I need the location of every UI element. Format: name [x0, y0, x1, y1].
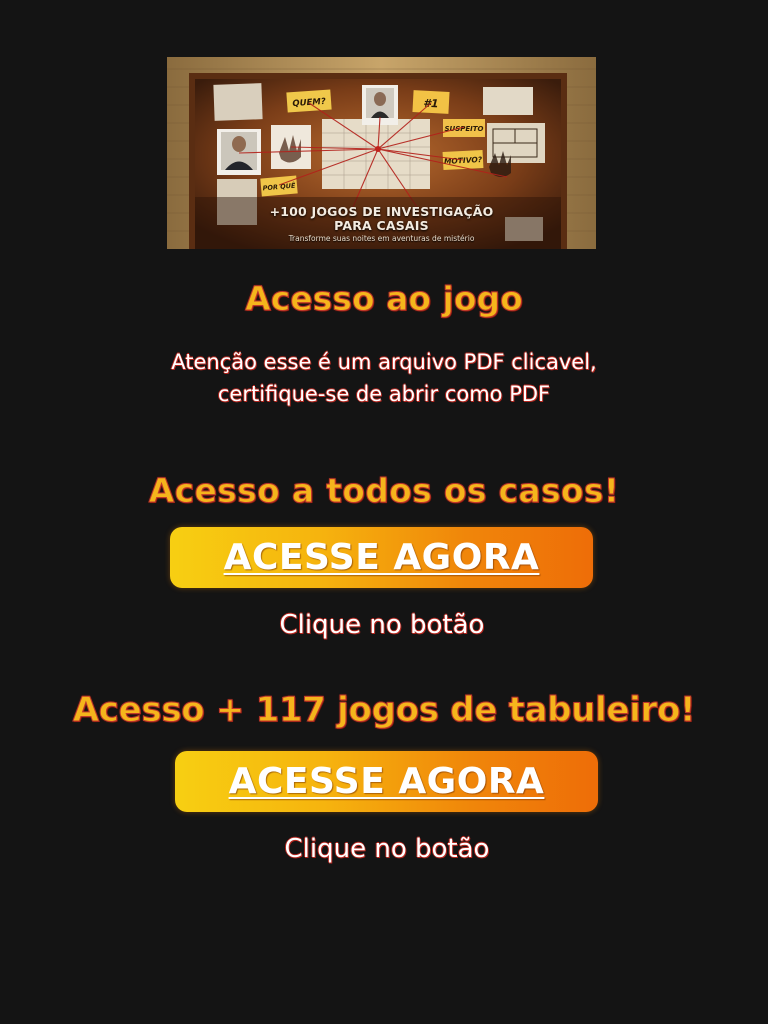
all-cases-heading: Acesso a todos os casos! [148, 471, 620, 511]
cases-click-hint: Clique no botão [279, 610, 485, 640]
banner-title: +100 JOGOS DE INVESTIGAÇÃO PARA CASAIS [167, 205, 596, 233]
hero-banner-image: QUEM? #1 SUSPEITO MOTIVO? POR QUÊ +100 J… [167, 57, 596, 249]
pdf-notice-line2: certifique-se de abrir como PDF [217, 382, 551, 406]
page: QUEM? #1 SUSPEITO MOTIVO? POR QUÊ +100 J… [0, 0, 768, 1024]
note-suspect: SUSPEITO [444, 125, 483, 133]
banner-title-line1: +100 JOGOS DE INVESTIGAÇÃO [269, 204, 494, 219]
access-cases-button[interactable]: ACESSE AGORA [170, 527, 593, 588]
access-cases-button-label: ACESSE AGORA [223, 537, 540, 578]
pdf-notice-line1: Atenção esse é um arquivo PDF clicavel, [171, 350, 597, 374]
game-access-heading: Acesso ao jogo [245, 279, 524, 319]
access-board-games-button[interactable]: ACESSE AGORA [175, 751, 598, 812]
banner-title-line2: PARA CASAIS [334, 218, 429, 233]
board-games-heading: Acesso + 117 jogos de tabuleiro! [72, 690, 696, 731]
banner-subtitle: Transforme suas noites em aventuras de m… [288, 234, 475, 243]
access-board-games-button-label: ACESSE AGORA [228, 761, 545, 802]
pdf-notice: Atenção esse é um arquivo PDF clicavel, … [0, 346, 768, 410]
board-games-click-hint: Clique no botão [284, 834, 490, 864]
